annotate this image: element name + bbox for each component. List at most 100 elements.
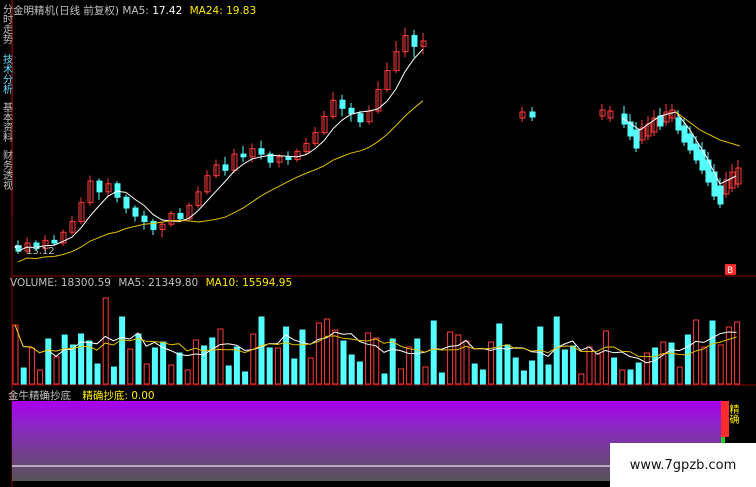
volume-bar xyxy=(602,330,609,385)
watermark-text: www.7gpzb.com xyxy=(629,457,737,473)
volume-bar xyxy=(184,369,191,385)
volume-bar xyxy=(258,316,265,385)
candle-body xyxy=(681,125,688,143)
volume-bar xyxy=(332,329,339,385)
volume-bar xyxy=(422,366,429,385)
volume-bar xyxy=(348,354,355,385)
volume-bar xyxy=(201,345,208,385)
candle-body xyxy=(357,113,364,123)
candle-body xyxy=(339,99,346,109)
volume-bar xyxy=(734,321,741,385)
candle-body xyxy=(675,117,682,131)
volume-bar xyxy=(520,370,527,385)
indicator-header: 金牛精确抄底 精确抄底: 0.00 xyxy=(8,388,155,403)
volume-bar xyxy=(496,323,503,385)
volume-bar xyxy=(570,345,577,385)
tab-intraday-label: 分时走势 xyxy=(0,4,12,44)
candle-body xyxy=(348,107,355,115)
volume-bar xyxy=(455,334,462,385)
tab-technical-label: 技术分析 xyxy=(0,54,12,94)
volume-label: VOLUME: xyxy=(10,277,58,289)
indicator-vertical-text: 精确 xyxy=(727,404,738,424)
side-tab-strip: 分时走势 技术分析 基本资料 财务透视 xyxy=(0,0,13,217)
tab-intraday[interactable]: 分时走势 xyxy=(0,4,12,44)
volume-bar xyxy=(668,342,675,385)
vol-ma5-label: MA5: xyxy=(118,277,145,289)
candle-body xyxy=(96,180,103,193)
candle-body xyxy=(285,156,292,161)
price-panel xyxy=(15,27,742,263)
volume-bar xyxy=(217,328,224,385)
volume-bar xyxy=(643,352,650,385)
volume-bar xyxy=(504,344,511,385)
volume-bar xyxy=(619,369,626,385)
volume-bar xyxy=(28,347,35,385)
volume-bar xyxy=(102,297,109,385)
volume-bar xyxy=(192,339,199,385)
volume-bar xyxy=(12,324,19,385)
chart-canvas[interactable]: ← 13.12 B xyxy=(0,0,756,487)
volume-bar xyxy=(389,338,396,385)
volume-bar xyxy=(53,356,60,385)
volume-bar xyxy=(315,322,322,385)
ma24-label: MA24: xyxy=(189,5,223,17)
candle-body xyxy=(717,185,724,205)
volume-bar xyxy=(545,364,552,385)
volume-bar xyxy=(512,357,519,385)
volume-bar xyxy=(45,338,52,385)
indicator-name[interactable]: 金牛精确抄底 xyxy=(8,390,71,402)
volume-bar xyxy=(373,337,380,385)
volume-bar xyxy=(209,337,216,385)
indicator-vertical-label: 精确 xyxy=(726,404,738,424)
volume-bar xyxy=(176,352,183,385)
ma24-line xyxy=(17,100,424,263)
volume-bar xyxy=(471,363,478,385)
volume-bar xyxy=(233,346,240,385)
candle-body xyxy=(633,129,640,149)
candle-body xyxy=(240,153,247,158)
volume-bar xyxy=(291,358,298,385)
volume-bar xyxy=(701,346,708,385)
volume-bar xyxy=(168,364,175,385)
candle-body xyxy=(687,133,694,151)
volume-bar xyxy=(299,329,306,385)
buy-marker-label: B xyxy=(727,266,733,276)
candle-body xyxy=(222,164,229,171)
volume-bar xyxy=(684,334,691,385)
volume-bar xyxy=(553,316,560,385)
tab-financials[interactable]: 财务透视 xyxy=(0,150,12,190)
security-title: 金明精机(日线 前复权) xyxy=(13,5,120,17)
candle-body xyxy=(123,196,130,209)
volume-bar xyxy=(479,369,486,385)
volume-bar xyxy=(37,369,44,385)
vol-ma5-value: 21349.80 xyxy=(148,277,199,289)
candle-body xyxy=(411,35,418,47)
candle-body xyxy=(693,143,700,161)
volume-bar xyxy=(725,326,732,385)
candle-body xyxy=(114,183,121,198)
tab-fundamentals[interactable]: 基本资料 xyxy=(0,102,12,142)
price-low-arrow: ← xyxy=(14,242,22,253)
volume-bar xyxy=(274,347,281,385)
volume-bar xyxy=(69,344,76,385)
volume-panel xyxy=(12,297,741,385)
ma5-label: MA5: xyxy=(122,5,149,17)
volume-bar xyxy=(127,348,134,385)
volume-bar xyxy=(709,320,716,385)
volume-bar xyxy=(20,367,27,385)
volume-bar xyxy=(397,368,404,385)
volume-bar xyxy=(430,320,437,385)
volume-bar xyxy=(242,371,249,385)
volume-bar xyxy=(652,347,659,385)
ma24-value: 19.83 xyxy=(226,5,257,17)
volume-bar xyxy=(660,341,667,385)
tab-technical-analysis[interactable]: 技术分析 xyxy=(0,54,12,94)
volume-bar xyxy=(717,344,724,385)
volume-bar xyxy=(586,346,593,385)
indicator-line-value: 0.00 xyxy=(131,390,155,402)
volume-bar xyxy=(94,363,101,385)
volume-bar xyxy=(250,333,257,385)
volume-bar xyxy=(414,338,421,385)
volume-bar xyxy=(225,365,232,385)
tab-fundamentals-label: 基本资料 xyxy=(0,102,12,142)
